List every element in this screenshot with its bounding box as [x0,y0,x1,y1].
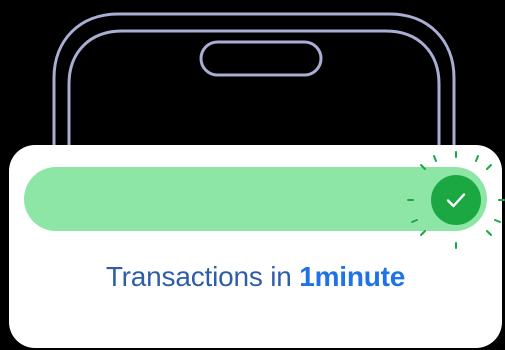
transaction-caption: Transactions in 1minute [9,261,502,293]
transaction-card: Transactions in 1minute [9,145,505,348]
check-circle [431,175,481,225]
check-icon [446,193,466,208]
caption-prefix: Transactions in [105,261,300,292]
success-indicator [404,148,505,252]
caption-emphasis: 1minute [299,261,406,292]
phone-notch-icon [199,40,323,77]
promo-illustration: Transactions in 1minute [0,0,505,350]
